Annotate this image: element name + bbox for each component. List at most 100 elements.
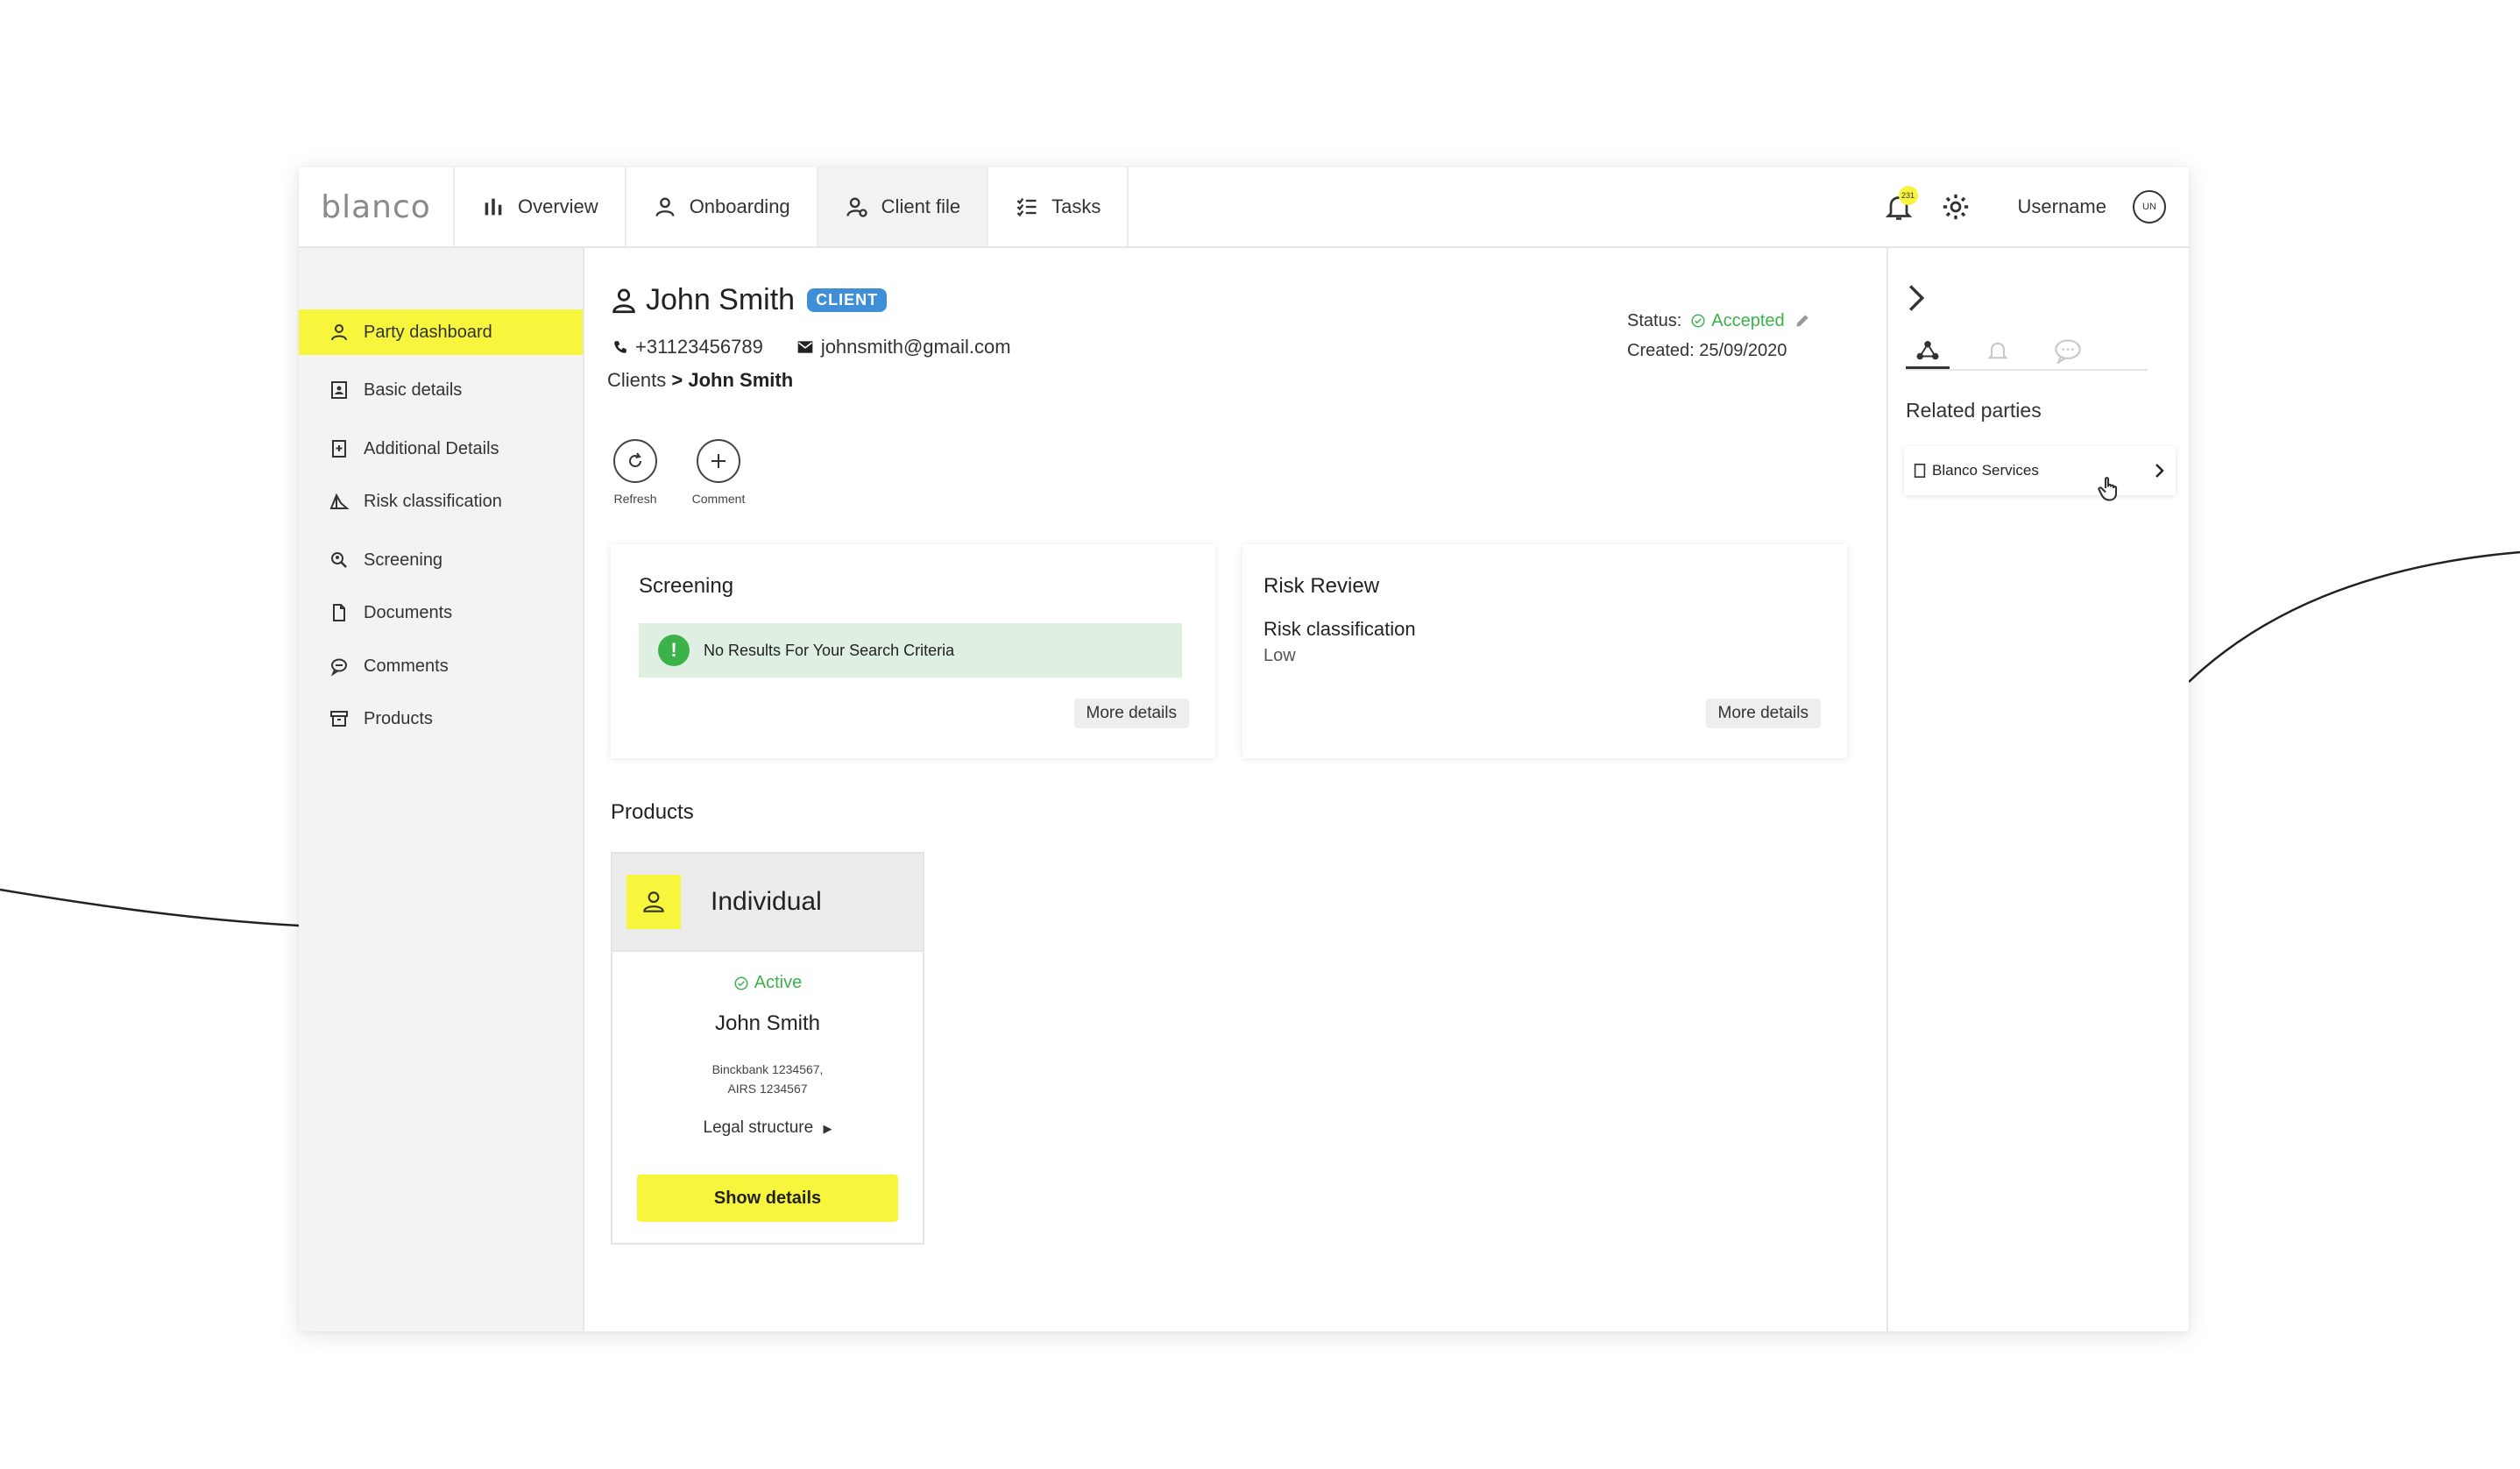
- edit-icon[interactable]: [1794, 312, 1811, 330]
- chevron-right-icon[interactable]: [1906, 283, 1927, 313]
- status-block: Status: Accepted Created: 25/09/2020: [1627, 306, 1855, 365]
- screening-message: No Results For Your Search Criteria: [704, 641, 955, 659]
- comment-icon: [330, 658, 347, 677]
- exclamation-icon: !: [658, 635, 690, 666]
- tab-comments[interactable]: [2046, 332, 2090, 369]
- risk-classification-value: Low: [1264, 646, 1296, 665]
- status-label: Status:: [1627, 310, 1682, 330]
- sidebar-item-basic-details[interactable]: Basic details: [299, 367, 583, 413]
- tab-label: Client file: [881, 195, 961, 217]
- legal-structure-label: Legal structure: [703, 1118, 814, 1137]
- tab-tasks[interactable]: Tasks: [988, 167, 1129, 246]
- hand-cursor-icon: [2098, 477, 2118, 501]
- avatar[interactable]: UN: [2133, 190, 2166, 224]
- risk-more-details-button[interactable]: More details: [1705, 699, 1821, 728]
- client-name: John Smith: [646, 283, 796, 316]
- check-circle-icon: [1691, 314, 1705, 328]
- risk-classification-label: Risk classification: [1264, 618, 1416, 640]
- show-details-button[interactable]: Show details: [637, 1174, 898, 1222]
- username[interactable]: Username: [2018, 195, 2106, 218]
- legal-structure-link[interactable]: Legal structure ▶: [612, 1118, 923, 1138]
- client-header: John Smith CLIENT: [609, 283, 888, 317]
- tab-notifications[interactable]: [1976, 332, 2020, 369]
- tab-label: Tasks: [1051, 195, 1101, 217]
- checklist-icon: [1016, 197, 1037, 217]
- product-status-label: Active: [754, 973, 803, 992]
- plus-icon: [711, 454, 726, 468]
- client-phone[interactable]: +31123456789: [635, 336, 763, 358]
- person-search-icon: [846, 197, 867, 217]
- person-icon: [626, 875, 681, 929]
- screening-card: Screening ! No Results For Your Search C…: [611, 544, 1215, 758]
- sidebar-item-label: Risk classification: [364, 491, 502, 511]
- tab-onboarding[interactable]: Onboarding: [626, 167, 818, 246]
- check-circle-icon: [734, 976, 748, 990]
- product-account-line: AIRS 1234567: [727, 1082, 808, 1096]
- refresh-icon-circle: [613, 439, 657, 483]
- archive-icon: [330, 711, 348, 727]
- sidebar-item-comments[interactable]: Comments: [299, 643, 583, 689]
- comment-button[interactable]: Comment: [688, 439, 749, 506]
- comment-icon-circle: [697, 439, 740, 483]
- sidebar-item-label: Products: [364, 708, 433, 728]
- sidebar-item-label: Comments: [364, 656, 449, 676]
- screening-more-details-button[interactable]: More details: [1073, 699, 1189, 728]
- sidebar-item-label: Screening: [364, 550, 443, 570]
- email-icon: [797, 341, 813, 353]
- related-party-name: Blanco Services: [1932, 462, 2039, 479]
- client-badge: CLIENT: [807, 288, 888, 312]
- breadcrumb: Clients > John Smith: [607, 369, 793, 392]
- bell-icon: [1987, 342, 2008, 359]
- sidebar-item-label: Documents: [364, 602, 453, 622]
- right-panel: Related parties Blanco Services: [1886, 248, 2189, 1331]
- product-holder-name: John Smith: [714, 1011, 821, 1035]
- created-date: Created: 25/09/2020: [1627, 340, 1787, 360]
- screening-title: Screening: [639, 574, 734, 598]
- top-right-controls: 231 Username UN: [1883, 167, 2189, 246]
- product-type: Individual: [711, 887, 822, 916]
- refresh-icon: [629, 452, 641, 467]
- sidebar-item-party-dashboard[interactable]: Party dashboard: [299, 309, 583, 355]
- product-accounts: Binckbank 1234567, AIRS 1234567: [612, 1060, 923, 1098]
- person-icon: [655, 197, 675, 216]
- breadcrumb-root[interactable]: Clients: [607, 369, 666, 391]
- network-icon: [1916, 340, 1939, 359]
- building-icon: [1914, 463, 1926, 479]
- sidebar-item-risk-classification[interactable]: Risk classification: [299, 479, 583, 524]
- product-account-line: Binckbank 1234567,: [711, 1062, 824, 1076]
- tab-overview[interactable]: Overview: [455, 167, 626, 246]
- tab-client-file[interactable]: Client file: [818, 167, 989, 246]
- product-card: Individual Active John Smith Binckbank 1…: [611, 852, 924, 1245]
- client-email[interactable]: johnsmith@gmail.com: [821, 336, 1011, 358]
- sidebar-item-documents[interactable]: Documents: [299, 590, 583, 635]
- right-panel-tabs: [1906, 332, 2148, 371]
- screening-alert: ! No Results For Your Search Criteria: [639, 623, 1182, 678]
- contact-info: +31123456789 johnsmith@gmail.com: [612, 336, 1011, 358]
- product-header: Individual: [612, 854, 923, 952]
- sidebar-item-screening[interactable]: Screening: [299, 537, 583, 583]
- refresh-button[interactable]: Refresh: [605, 439, 666, 506]
- risk-icon: [329, 493, 350, 509]
- phone-icon: [614, 341, 626, 353]
- sidebar-item-additional-details[interactable]: Additional Details: [299, 426, 583, 472]
- tab-label: Onboarding: [689, 195, 790, 217]
- risk-review-card: Risk Review Risk classification Low More…: [1242, 544, 1847, 758]
- risk-review-title: Risk Review: [1264, 574, 1380, 598]
- sidebar-item-products[interactable]: Products: [299, 696, 583, 742]
- document-plus-icon: [332, 440, 346, 458]
- bar-chart-icon: [485, 198, 502, 216]
- refresh-label: Refresh: [613, 492, 657, 506]
- triangle-right-icon: ▶: [823, 1122, 832, 1135]
- product-status: Active: [612, 973, 923, 993]
- related-party-item[interactable]: Blanco Services: [1904, 446, 2176, 495]
- top-navigation: blanco Overview Onboarding Client file T…: [299, 167, 2189, 248]
- comment-icon: [2055, 339, 2081, 364]
- notifications-button[interactable]: 231: [1883, 186, 1918, 223]
- tab-related-parties[interactable]: [1906, 332, 1950, 369]
- person-icon: [612, 288, 635, 313]
- logo[interactable]: blanco: [299, 167, 455, 246]
- sidebar: Party dashboard Basic details Additional…: [299, 248, 584, 1331]
- search-person-icon: [331, 552, 347, 568]
- gear-icon[interactable]: [1941, 192, 1971, 222]
- person-icon: [331, 324, 347, 341]
